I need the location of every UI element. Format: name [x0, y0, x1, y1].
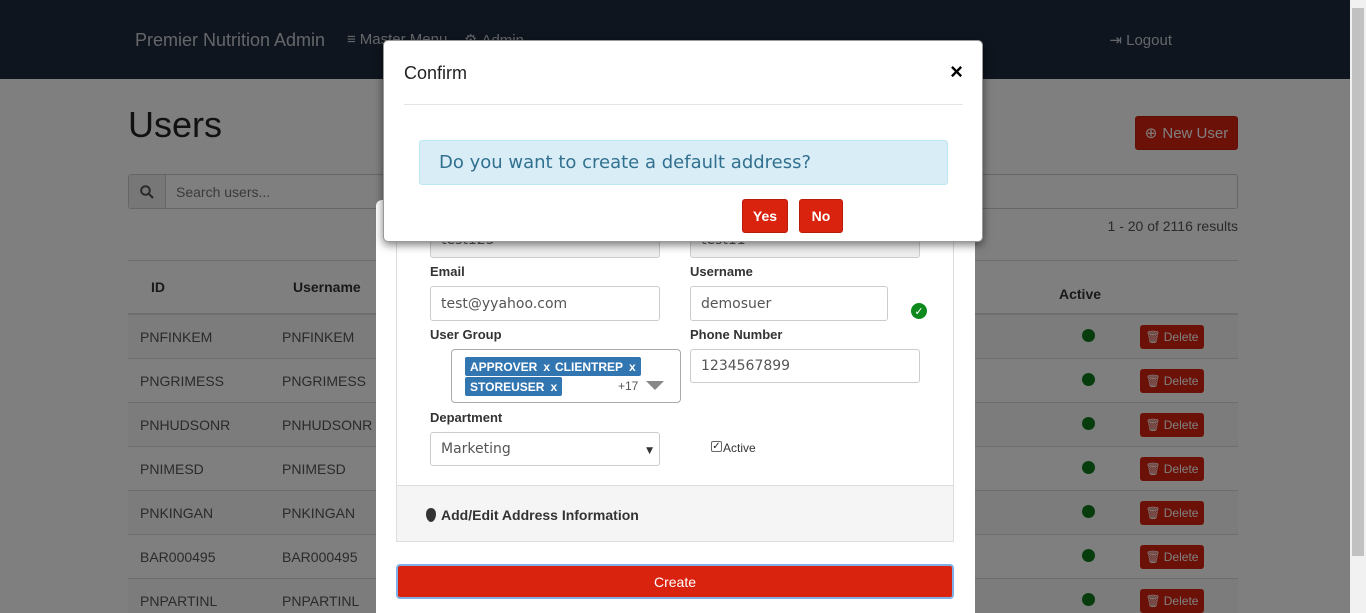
- tag-remove-button[interactable]: x: [629, 360, 636, 374]
- select-caret-icon: ▼: [646, 446, 653, 456]
- close-icon[interactable]: ×: [950, 59, 963, 85]
- user-group-tag: STOREUSER x: [465, 377, 563, 396]
- scrollbar-thumb[interactable]: [1352, 8, 1364, 556]
- department-value: Marketing: [441, 441, 511, 457]
- department-label: Department: [430, 410, 503, 425]
- user-group-tag: CLIENTREP x: [550, 357, 641, 376]
- active-checkbox[interactable]: ✓: [711, 441, 722, 452]
- username-field[interactable]: demosuer: [690, 286, 888, 321]
- yes-button[interactable]: Yes: [742, 199, 788, 233]
- check-circle-icon: ✓: [911, 303, 927, 319]
- no-button[interactable]: No: [799, 199, 843, 233]
- tag-remove-button[interactable]: x: [550, 380, 557, 394]
- tag-label: STOREUSER: [470, 379, 545, 394]
- email-label: Email: [430, 264, 465, 279]
- map-marker-icon: [426, 508, 436, 522]
- user-group-multiselect[interactable]: APPROVER x CLIENTREP x STOREUSER x +17: [451, 349, 681, 403]
- department-select[interactable]: Marketing ▼: [430, 432, 660, 466]
- address-panel-footer: Add/Edit Address Information: [397, 485, 953, 541]
- email-field[interactable]: test@yyahoo.com: [430, 286, 660, 321]
- active-checkbox-label: Active: [723, 441, 756, 455]
- address-link-label: Add/Edit Address Information: [441, 507, 639, 523]
- address-link[interactable]: Add/Edit Address Information: [426, 507, 639, 523]
- create-button[interactable]: Create: [396, 564, 954, 599]
- more-groups-count: +17: [618, 379, 639, 393]
- dialog-divider: [404, 104, 963, 105]
- tag-label: CLIENTREP: [555, 359, 624, 374]
- user-group-label: User Group: [430, 327, 502, 342]
- caret-down-icon[interactable]: [646, 381, 664, 390]
- username-label: Username: [690, 264, 753, 279]
- user-form-modal: test123 test11 Email test@yyahoo.com Use…: [376, 200, 975, 613]
- confirm-dialog: Confirm × Do you want to create a defaul…: [383, 40, 983, 242]
- user-form-panel: test123 test11 Email test@yyahoo.com Use…: [396, 200, 954, 542]
- user-group-tag: APPROVER x: [465, 357, 556, 376]
- phone-field[interactable]: 1234567899: [690, 349, 920, 383]
- confirm-message: Do you want to create a default address?: [419, 140, 948, 185]
- dialog-title: Confirm: [404, 63, 468, 83]
- tag-label: APPROVER: [470, 359, 538, 374]
- phone-label: Phone Number: [690, 327, 783, 342]
